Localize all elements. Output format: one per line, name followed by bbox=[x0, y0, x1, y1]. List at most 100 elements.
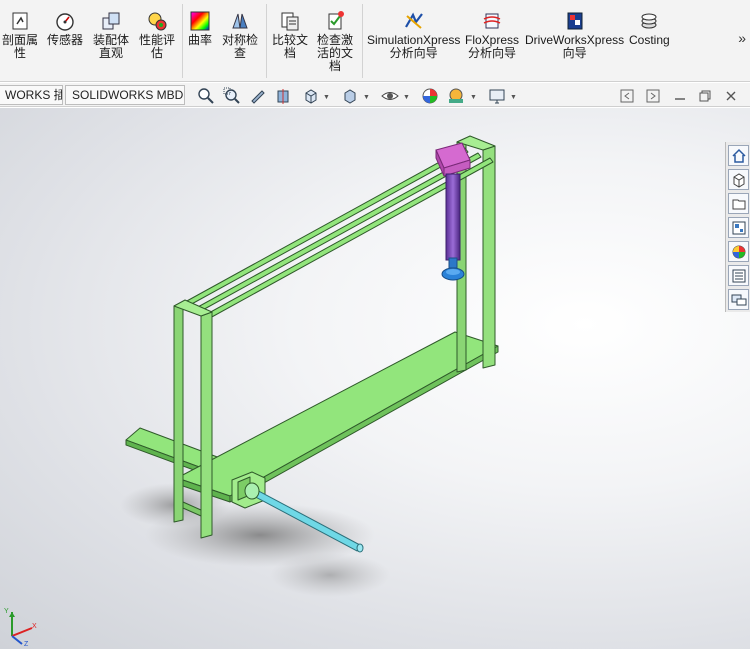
tile-left-icon bbox=[620, 89, 634, 103]
curvature-label: 曲率 bbox=[188, 33, 213, 47]
minimize-icon bbox=[675, 98, 685, 100]
section-properties-icon bbox=[12, 12, 28, 30]
sensors-button[interactable]: 传感器 bbox=[47, 10, 83, 47]
apply-scene-icon bbox=[449, 88, 463, 103]
simulationxpress-button[interactable]: SimulationXpress 分析向导 bbox=[367, 10, 460, 60]
simulationxpress-label: SimulationXpress 分析向导 bbox=[367, 33, 461, 60]
floxpress-label: FloXpress 分析向导 bbox=[465, 33, 520, 60]
check-active-document-label: 检查激 活的文 档 bbox=[317, 33, 354, 73]
graphics-area[interactable] bbox=[0, 108, 750, 649]
performance-evaluation-label: 性能评 估 bbox=[139, 33, 176, 60]
command-manager-tabs: WORKS 插件 SOLIDWORKS MBD bbox=[0, 83, 750, 107]
costing-icon bbox=[641, 13, 657, 29]
forum-icon bbox=[731, 294, 746, 305]
apply-scene-caret[interactable]: ▼ bbox=[470, 94, 477, 101]
previous-view-icon bbox=[251, 90, 265, 104]
task-pane-forum-button[interactable] bbox=[728, 289, 749, 310]
apply-scene-button[interactable] bbox=[446, 86, 466, 106]
view-orientation-button[interactable] bbox=[301, 86, 321, 106]
hide-show-items-icon bbox=[381, 92, 399, 100]
top-rail-2[interactable] bbox=[195, 152, 482, 313]
design-library-icon bbox=[733, 172, 744, 188]
simulationxpress-icon bbox=[404, 12, 423, 29]
task-pane-file-explorer-button[interactable] bbox=[728, 193, 749, 214]
floxpress-button[interactable]: FloXpress 分析向导 bbox=[465, 10, 519, 60]
section-properties-label: 剖面属 性 bbox=[2, 33, 39, 60]
performance-evaluation-icon bbox=[148, 12, 167, 31]
check-active-document-button[interactable]: 检查激 活的文 档 bbox=[317, 10, 353, 73]
view-orientation-caret[interactable]: ▼ bbox=[323, 94, 330, 101]
sensors-label: 传感器 bbox=[47, 33, 84, 47]
restore-icon bbox=[699, 90, 711, 102]
check-active-document-icon bbox=[328, 11, 344, 30]
section-view-button[interactable] bbox=[274, 86, 294, 106]
hide-show-items-button[interactable] bbox=[380, 86, 400, 106]
frame-assembly[interactable] bbox=[125, 135, 499, 539]
compare-documents-button[interactable]: 比较文 档 bbox=[272, 10, 308, 60]
driveworksxpress-label: DriveWorksXpress 向导 bbox=[525, 33, 625, 60]
base-plate[interactable] bbox=[176, 331, 499, 497]
sensor-gauge-icon bbox=[56, 13, 74, 31]
view-settings-button[interactable] bbox=[487, 86, 507, 106]
triad-z-axis bbox=[11, 635, 23, 645]
assembly-visualization-button[interactable]: 装配体 直观 bbox=[93, 10, 129, 60]
more-commands-chevron[interactable]: » bbox=[738, 30, 746, 46]
right-front-upright[interactable] bbox=[482, 145, 496, 369]
top-rail-1[interactable] bbox=[184, 147, 469, 307]
driveworksxpress-button[interactable]: DriveWorksXpress 向导 bbox=[525, 10, 624, 60]
zoom-to-area-button[interactable] bbox=[222, 86, 242, 106]
restore-button[interactable] bbox=[698, 89, 712, 103]
ribbon-separator bbox=[182, 4, 183, 78]
zoom-to-fit-button[interactable] bbox=[196, 86, 216, 106]
assembly-visualization-label: 装配体 直观 bbox=[93, 33, 130, 60]
assembly-model[interactable] bbox=[0, 108, 750, 649]
symmetry-check-label: 对称检 查 bbox=[222, 33, 259, 60]
left-front-upright[interactable] bbox=[200, 311, 213, 539]
display-style-caret[interactable]: ▼ bbox=[363, 94, 370, 101]
ribbon-separator bbox=[362, 4, 363, 78]
view-orientation-icon bbox=[305, 89, 317, 104]
tab-solidworks-addins[interactable]: WORKS 插件 bbox=[0, 85, 63, 105]
tile-right-icon bbox=[646, 89, 660, 103]
curvature-icon bbox=[190, 11, 210, 31]
edit-appearance-button[interactable] bbox=[420, 86, 440, 106]
previous-view-button[interactable] bbox=[248, 86, 268, 106]
symmetry-check-icon bbox=[232, 13, 248, 29]
tab-solidworks-mbd[interactable]: SOLIDWORKS MBD bbox=[65, 85, 185, 105]
hide-show-items-caret[interactable]: ▼ bbox=[403, 94, 410, 101]
task-pane-home-button[interactable] bbox=[728, 145, 749, 166]
assembly-visualization-icon bbox=[102, 12, 120, 30]
display-style-icon bbox=[344, 89, 356, 104]
task-pane-view-palette-button[interactable] bbox=[728, 217, 749, 238]
file-explorer-icon bbox=[732, 199, 745, 209]
zoom-to-fit-icon bbox=[198, 88, 214, 104]
close-button[interactable] bbox=[724, 89, 738, 103]
section-properties-button[interactable]: 剖面属 性 bbox=[2, 10, 38, 60]
symmetry-check-button[interactable]: 对称检 查 bbox=[222, 10, 258, 60]
floxpress-icon bbox=[483, 13, 501, 29]
costing-label: Costing bbox=[629, 33, 670, 47]
ribbon-separator bbox=[266, 4, 267, 78]
tile-left-button[interactable] bbox=[620, 89, 634, 103]
edit-appearance-icon bbox=[422, 88, 438, 104]
tile-right-button[interactable] bbox=[646, 89, 660, 103]
task-pane-design-library-button[interactable] bbox=[728, 169, 749, 190]
view-palette-icon bbox=[732, 221, 745, 234]
home-icon bbox=[731, 148, 746, 163]
task-pane-custom-properties-button[interactable] bbox=[728, 265, 749, 286]
costing-button[interactable]: Costing bbox=[629, 10, 670, 47]
triad-x-label: X bbox=[32, 623, 37, 630]
display-style-button[interactable] bbox=[340, 86, 360, 106]
left-rear-upright[interactable] bbox=[173, 301, 184, 523]
compare-documents-icon bbox=[281, 12, 299, 31]
view-settings-caret[interactable]: ▼ bbox=[510, 94, 517, 101]
performance-evaluation-button[interactable]: 性能评 估 bbox=[139, 10, 175, 60]
triad-y-arrow-icon bbox=[9, 612, 15, 617]
task-pane bbox=[725, 142, 750, 312]
task-pane-appearances-button[interactable] bbox=[728, 241, 749, 262]
minimize-button[interactable] bbox=[673, 89, 687, 103]
curvature-button[interactable]: 曲率 bbox=[188, 10, 212, 47]
triad-y-label: Y bbox=[4, 608, 9, 615]
view-settings-icon bbox=[489, 89, 505, 104]
close-icon bbox=[726, 91, 736, 101]
